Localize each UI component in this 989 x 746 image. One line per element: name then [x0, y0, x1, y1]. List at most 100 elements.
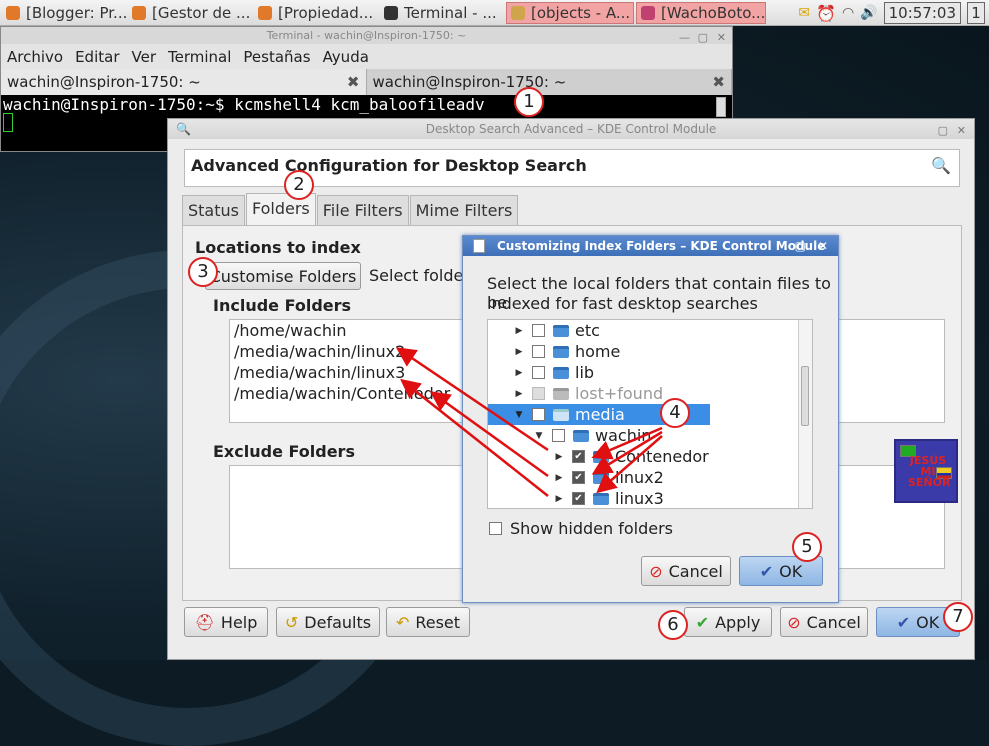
menu-ayuda[interactable]: Ayuda [323, 48, 369, 66]
minimize-icon[interactable]: — [679, 29, 690, 46]
maximize-icon[interactable]: ▢ [938, 121, 948, 141]
expand-arrow-icon[interactable]: ▶ [514, 368, 524, 378]
tab-file-filters[interactable]: File Filters [316, 195, 409, 225]
customise-folders-button[interactable]: Customise Folders [205, 262, 361, 290]
tree-item-linux2[interactable]: ▶ ✔ linux2 [488, 467, 798, 488]
step-badge-4: 4 [660, 398, 690, 428]
checkbox-checked[interactable]: ✔ [572, 492, 585, 505]
close-icon[interactable]: ✕ [818, 236, 828, 256]
tree-item-contenedor[interactable]: ▶ ✔ Contenedor [488, 446, 798, 467]
step-badge-2: 2 [284, 170, 314, 200]
checkbox-checked[interactable]: ✔ [572, 450, 585, 463]
customize-index-folders-dialog: Customizing Index Folders – KDE Control … [462, 235, 839, 603]
menu-pestanas[interactable]: Pestañas [243, 48, 310, 66]
close-tab-icon[interactable]: ✖ [712, 73, 725, 91]
checkbox[interactable] [532, 324, 545, 337]
maximize-icon[interactable]: ▢ [698, 29, 708, 46]
alarm-icon[interactable]: ⏰ [816, 4, 836, 23]
expand-arrow-icon[interactable]: ▶ [554, 494, 564, 504]
terminal-tab-2[interactable]: wachin@Inspiron-1750: ~ ✖ [367, 69, 732, 95]
task-propiedad[interactable]: [Propiedad... [254, 2, 378, 24]
dialog-titlebar: 🔍 Desktop Search Advanced – KDE Control … [168, 119, 974, 139]
folder-icon [553, 324, 569, 337]
menu-editar[interactable]: Editar [75, 48, 119, 66]
terminal-tab-1[interactable]: wachin@Inspiron-1750: ~ ✖ [1, 69, 367, 95]
folder-icon [593, 450, 609, 463]
browser-icon [258, 5, 272, 20]
terminal-scrollbar[interactable] [716, 97, 726, 117]
cancel-button[interactable]: ⊘ Cancel [780, 607, 868, 637]
show-hidden-folders-option[interactable]: Show hidden folders [489, 518, 789, 539]
expand-arrow-icon[interactable]: ▶ [554, 452, 564, 462]
browser-icon [132, 5, 146, 20]
close-icon[interactable]: ✕ [717, 29, 726, 46]
checkbox[interactable] [532, 366, 545, 379]
terminal-command-line[interactable]: wachin@Inspiron-1750:~$ kcmshell4 kcm_ba… [1, 95, 732, 115]
tree-item-home[interactable]: ▶ home [488, 341, 798, 362]
checkbox[interactable] [532, 345, 545, 358]
sub-cancel-button[interactable]: ⊘ Cancel [641, 556, 731, 586]
tree-item-lib[interactable]: ▶ lib [488, 362, 798, 383]
step-badge-7: 7 [943, 602, 973, 632]
tree-item-etc[interactable]: ▶ etc [488, 320, 798, 341]
tree-item-linux3[interactable]: ▶ ✔ linux3 [488, 488, 798, 508]
help-button[interactable]: ⛑ Help [184, 607, 268, 637]
browser-icon [6, 5, 20, 20]
task-terminal[interactable]: Terminal - ... [380, 2, 504, 24]
close-tab-icon[interactable]: ✖ [347, 73, 360, 91]
expand-arrow-icon[interactable]: ▼ [514, 410, 524, 420]
checkbox[interactable] [489, 522, 502, 535]
tab-mime-filters[interactable]: Mime Filters [409, 195, 519, 225]
menu-archivo[interactable]: Archivo [7, 48, 63, 66]
task-objects[interactable]: [objects - A... [506, 1, 634, 24]
locations-label: Locations to index [195, 238, 361, 257]
terminal-cursor [3, 113, 13, 132]
reset-button[interactable]: ↶ Reset [386, 607, 470, 637]
include-folders-label: Include Folders [213, 296, 352, 315]
task-wachoboto[interactable]: [WachoBoto... [636, 1, 766, 24]
wifi-icon[interactable]: ◠ [842, 5, 854, 21]
volume-icon[interactable]: 🔊 [860, 5, 877, 21]
tree-item-lost-found[interactable]: ▶ lost+found [488, 383, 798, 404]
document-icon [473, 239, 485, 253]
folder-icon [593, 492, 609, 505]
apply-button[interactable]: ✔ Apply [684, 607, 772, 637]
tree-scrollbar[interactable] [798, 320, 812, 508]
jesus-logo: JESÚS MI SEÑOR [894, 439, 958, 503]
expand-arrow-icon[interactable]: ▶ [514, 347, 524, 357]
clock[interactable]: 10:57:03 [883, 2, 961, 24]
checkbox[interactable] [552, 429, 565, 442]
checkmark-icon: ✔ [759, 561, 774, 581]
mail-icon[interactable]: ✉ [798, 5, 810, 21]
expand-arrow-icon[interactable]: ▼ [534, 431, 544, 441]
step-badge-1: 1 [514, 87, 544, 117]
close-icon[interactable]: ✕ [957, 121, 966, 141]
taskbar: [Blogger: Pr... [Gestor de ... [Propieda… [0, 0, 989, 26]
expand-arrow-icon[interactable]: ▶ [554, 473, 564, 483]
scroll-thumb[interactable] [801, 366, 809, 426]
menu-terminal[interactable]: Terminal [168, 48, 231, 66]
menu-ver[interactable]: Ver [132, 48, 157, 66]
step-badge-6: 6 [658, 610, 688, 640]
folder-icon [553, 387, 569, 400]
folder-icon [553, 366, 569, 379]
task-gestor[interactable]: [Gestor de ... [128, 2, 252, 24]
tree-item-wachin[interactable]: ▼ wachin [488, 425, 798, 446]
task-blogger[interactable]: [Blogger: Pr... [2, 2, 126, 24]
folder-icon [593, 471, 609, 484]
desktop-switcher[interactable]: 1 [967, 2, 985, 24]
tab-status[interactable]: Status [182, 195, 245, 225]
help-icon: ⛑ [194, 612, 215, 632]
expand-arrow-icon[interactable]: ▶ [514, 326, 524, 336]
checkmark-icon: ✔ [896, 612, 911, 632]
exclude-folders-label: Exclude Folders [213, 442, 355, 461]
checkmark-icon: ✔ [695, 612, 710, 632]
checkbox-checked[interactable]: ✔ [572, 471, 585, 484]
expand-arrow-icon[interactable]: ▶ [514, 389, 524, 399]
search-icon: 🔍 [931, 156, 951, 175]
folder-tree[interactable]: ▶ etc ▶ home ▶ lib ▶ lost+found ▼ media ▼ wach… [487, 319, 813, 509]
checkbox[interactable] [532, 408, 545, 421]
maximize-icon[interactable]: ▢ [795, 236, 806, 256]
terminal-menubar: Archivo Editar Ver Terminal Pestañas Ayu… [1, 44, 732, 69]
defaults-button[interactable]: ↺ Defaults [276, 607, 380, 637]
